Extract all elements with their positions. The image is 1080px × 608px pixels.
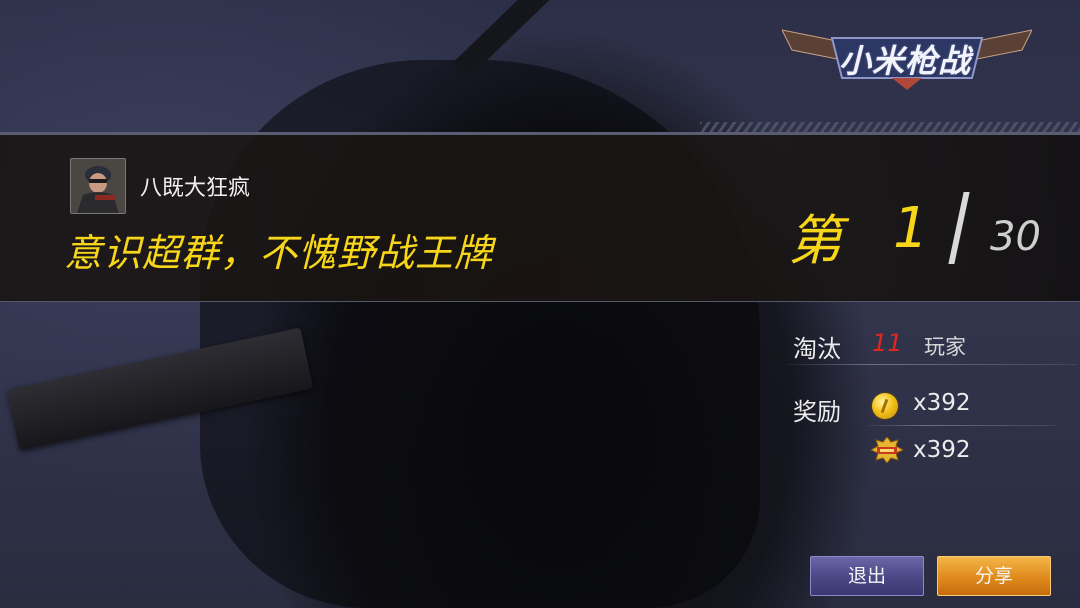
reward-label: 奖励 bbox=[793, 398, 841, 426]
coin-divider bbox=[866, 425, 1056, 426]
result-title: 意识超群，不愧野战王牌 bbox=[64, 231, 494, 275]
banner-top-edge bbox=[0, 132, 1080, 135]
gold-coin-icon bbox=[872, 393, 898, 419]
player-avatar[interactable] bbox=[70, 158, 126, 214]
kills-divider bbox=[786, 364, 1076, 365]
kills-label: 淘汰 bbox=[793, 335, 841, 363]
exit-button[interactable]: 退出 bbox=[810, 556, 924, 596]
rank-total: 30 bbox=[990, 214, 1041, 260]
experience-badge-icon bbox=[871, 437, 903, 463]
kills-value: 11 bbox=[872, 329, 903, 357]
rank-value: 1 bbox=[893, 196, 929, 261]
banner-stripe-decoration bbox=[700, 122, 1080, 132]
rank-label: 第 bbox=[788, 209, 842, 272]
soldier-avatar-icon bbox=[71, 159, 125, 213]
experience-reward-amount: x392 bbox=[913, 437, 971, 463]
kills-unit: 玩家 bbox=[924, 335, 966, 359]
coin-reward-amount: x392 bbox=[913, 390, 971, 416]
share-button[interactable]: 分享 bbox=[937, 556, 1051, 596]
game-logo: 小米枪战 bbox=[782, 20, 1032, 92]
logo-text: 小米枪战 bbox=[838, 42, 971, 80]
player-name: 八既大狂疯 bbox=[140, 176, 251, 201]
